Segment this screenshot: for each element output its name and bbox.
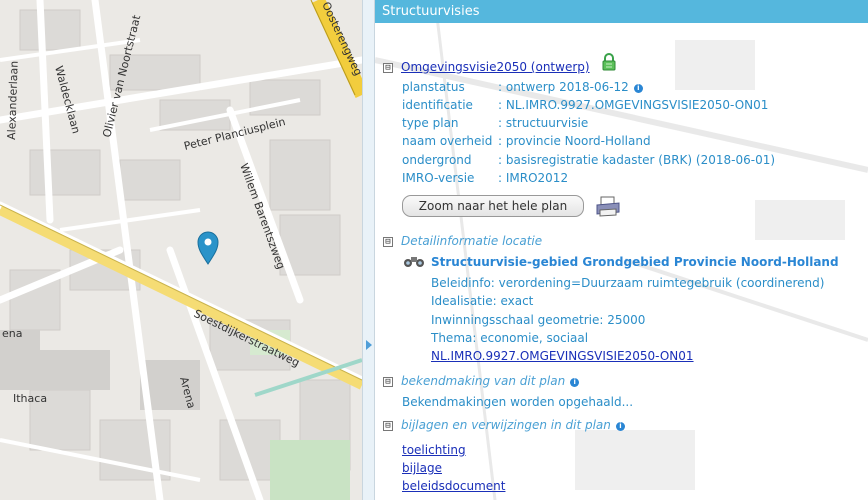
printer-icon[interactable] — [594, 195, 622, 217]
bijlage-link-beleidsdocument[interactable]: beleidsdocument — [402, 479, 505, 493]
field-value: : ontwerp 2018-06-12 i — [498, 80, 643, 94]
bijlage-link-toelichting[interactable]: toelichting — [402, 443, 466, 457]
panel-splitter[interactable] — [362, 0, 375, 500]
info-icon[interactable]: i — [570, 378, 580, 387]
collapse-arrow-icon[interactable] — [366, 340, 372, 350]
field-label: naam overheid — [402, 134, 493, 148]
bijlagen-heading: bijlagen en verwijzingen in dit plan — [401, 418, 611, 432]
map-view[interactable]: Oosterengweg Alexanderlaan Waldecklaan O… — [0, 0, 362, 500]
bekendmaking-status: Bekendmakingen worden opgehaald... — [402, 395, 634, 409]
plan-collapse-toggle[interactable]: ⊟ — [383, 63, 393, 73]
field-value: : NL.IMRO.9927.OMGEVINGSVISIE2050-ON01 — [498, 98, 769, 112]
detail-line: Thema: economie, sociaal — [431, 331, 589, 345]
bijlage-link-bijlage[interactable]: bijlage — [402, 461, 442, 475]
binoculars-icon — [404, 257, 424, 267]
field-value: : basisregistratie kadaster (BRK) (2018-… — [498, 153, 776, 167]
info-panel: Structuurvisies ⊟ Omgevingsvisie2050 (on… — [375, 0, 868, 500]
field-value: : IMRO2012 — [498, 171, 569, 185]
detail-line: Idealisatie: exact — [431, 294, 534, 308]
field-label: identificatie — [402, 98, 473, 112]
field-label: type plan — [402, 116, 459, 130]
panel-content: ⊟ Omgevingsvisie2050 (ontwerp) planstatu… — [375, 22, 868, 500]
detail-collapse-toggle[interactable]: ⊟ — [383, 237, 393, 247]
place-label-ithaca: Ithaca — [13, 392, 47, 405]
info-icon[interactable]: i — [615, 422, 625, 431]
detail-line: Beleidinfo: verordening=Duurzaam ruimteg… — [431, 276, 825, 290]
bijlagen-collapse-toggle[interactable]: ⊟ — [383, 421, 393, 431]
zoom-to-plan-button[interactable]: Zoom naar het hele plan — [402, 195, 584, 217]
field-value: : structuurvisie — [498, 116, 589, 130]
plan-name-link[interactable]: Omgevingsvisie2050 (ontwerp) — [401, 60, 590, 74]
detail-line: Inwinningsschaal geometrie: 25000 — [431, 313, 646, 327]
detail-title: Structuurvisie-gebied Grondgebied Provin… — [431, 255, 839, 269]
panel-title: Structuurvisies — [375, 0, 868, 23]
bekendmaking-collapse-toggle[interactable]: ⊟ — [383, 377, 393, 387]
place-label-arena-cut: ena — [2, 327, 22, 340]
street-label-alexanderlaan: Alexanderlaan — [5, 61, 21, 141]
bekendmaking-heading: bekendmaking van dit plan — [401, 374, 566, 388]
detail-heading: Detailinformatie locatie — [401, 234, 543, 248]
lock-icon — [602, 53, 616, 71]
field-label: IMRO-versie — [402, 171, 475, 185]
field-label: planstatus — [402, 80, 465, 94]
field-label: ondergrond — [402, 153, 472, 167]
field-value: : provincie Noord-Holland — [498, 134, 651, 148]
detail-plan-id-link[interactable]: NL.IMRO.9927.OMGEVINGSVISIE2050-ON01 — [431, 349, 694, 363]
info-icon[interactable]: i — [633, 84, 643, 93]
